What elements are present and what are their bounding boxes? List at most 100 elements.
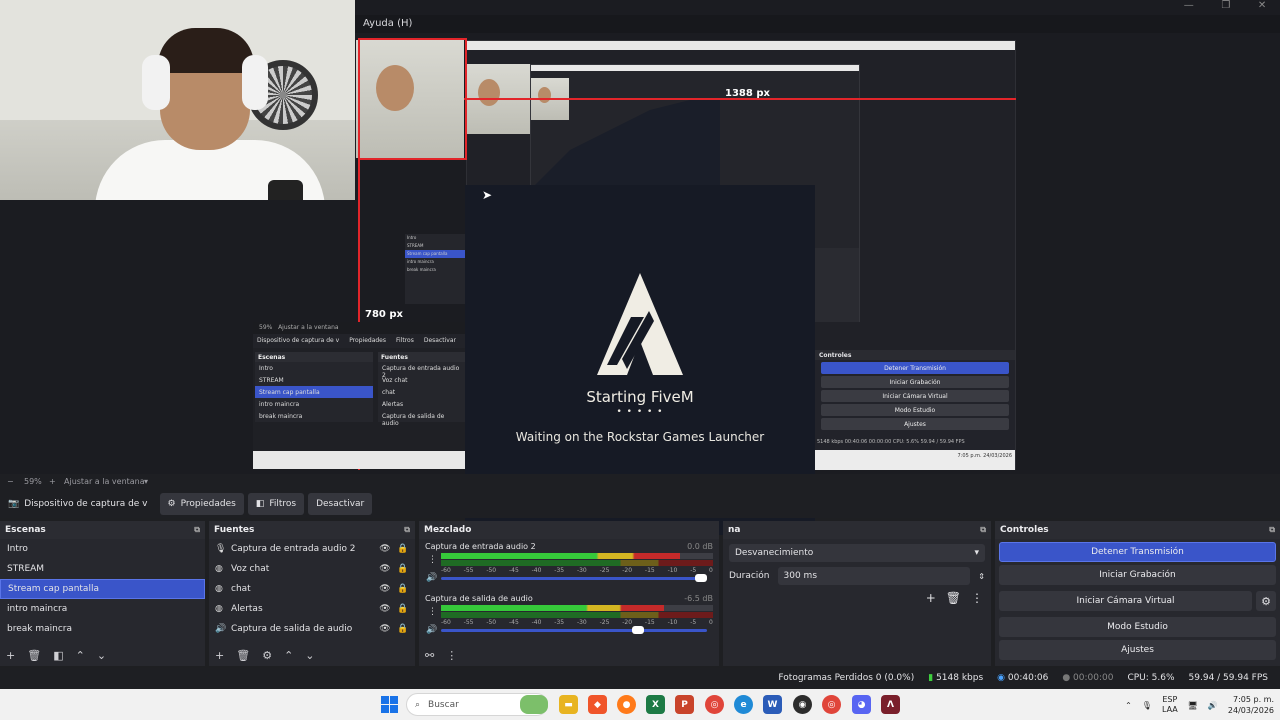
more-options-icon[interactable]: ⋮ bbox=[446, 649, 457, 662]
deactivate-button[interactable]: Desactivar bbox=[308, 493, 373, 515]
more-options-icon[interactable]: ⋮ bbox=[428, 555, 437, 565]
add-icon[interactable]: + bbox=[6, 649, 15, 662]
lock-icon[interactable]: 🔒 bbox=[397, 584, 409, 594]
zoom-in-button[interactable]: + bbox=[49, 477, 56, 486]
maximize-icon[interactable]: ❐ bbox=[1221, 0, 1230, 14]
chevron-up-icon[interactable]: ⌃ bbox=[284, 649, 293, 662]
volume-icon[interactable]: 🔊 bbox=[1208, 701, 1218, 710]
dock-float-icon[interactable]: ⧉ bbox=[404, 525, 410, 535]
more-options-icon[interactable]: ⋮ bbox=[428, 607, 437, 617]
network-icon[interactable]: 🖥 bbox=[1188, 701, 1198, 710]
add-icon[interactable]: + bbox=[215, 649, 224, 662]
speaker-icon[interactable]: 🔊 bbox=[426, 625, 437, 635]
firefox-icon[interactable]: ● bbox=[617, 695, 636, 714]
transition-select[interactable]: Desvanecimiento ▾ bbox=[729, 544, 985, 562]
duration-field[interactable]: 300 ms bbox=[777, 567, 971, 585]
more-options-icon[interactable]: ⋮ bbox=[971, 591, 983, 605]
add-icon[interactable]: + bbox=[926, 591, 936, 605]
preview-canvas[interactable]: Ayuda (H) — ❐ ✕ 1388 px 780 px Intro STR… bbox=[0, 0, 1280, 535]
filter-icon[interactable]: ◧ bbox=[53, 649, 63, 662]
fit-window-label[interactable]: Ajustar a la ventana bbox=[64, 477, 145, 486]
discord-icon[interactable]: ◕ bbox=[852, 695, 871, 714]
fivem-taskbar-icon[interactable]: Λ bbox=[881, 695, 900, 714]
volume-slider[interactable] bbox=[441, 626, 707, 634]
eye-icon[interactable]: 👁 bbox=[379, 604, 391, 614]
globe-icon: ◍ bbox=[215, 584, 223, 594]
scene-item[interactable]: STREAM bbox=[0, 559, 205, 579]
chevron-up-icon[interactable]: ⌃ bbox=[76, 649, 85, 662]
close-icon[interactable]: ✕ bbox=[1258, 0, 1266, 14]
powerpoint-icon[interactable]: P bbox=[675, 695, 694, 714]
system-tray: ⌃ 🎙 ESP LAA 🖥 🔊 7:05 p. m. 24/03/2026 bbox=[1125, 692, 1274, 718]
chrome-icon[interactable]: ◎ bbox=[705, 695, 724, 714]
trash-icon[interactable]: 🗑 bbox=[946, 591, 961, 605]
chevron-up-icon[interactable]: ⌃ bbox=[1125, 701, 1132, 710]
scene-item[interactable]: break maincra bbox=[0, 619, 205, 639]
eye-icon[interactable]: 👁 bbox=[379, 624, 391, 634]
spinner-icon[interactable]: ⇕ bbox=[978, 572, 985, 581]
trash-icon[interactable]: 🗑 bbox=[236, 649, 250, 662]
excel-icon[interactable]: X bbox=[646, 695, 665, 714]
volume-slider[interactable] bbox=[441, 574, 707, 582]
clock[interactable]: 7:05 p. m. 24/03/2026 bbox=[1228, 694, 1274, 716]
speaker-icon[interactable]: 🔊 bbox=[426, 573, 437, 583]
link-icon[interactable]: ⚯ bbox=[425, 649, 434, 662]
scene-item[interactable]: intro maincra bbox=[0, 599, 205, 619]
brave-icon[interactable]: ◆ bbox=[588, 695, 607, 714]
lock-icon[interactable]: 🔒 bbox=[397, 624, 409, 634]
studio-mode-button[interactable]: Modo Estudio bbox=[999, 617, 1276, 637]
mixer-channel: Captura de salida de audio -6.5 dB ⋮ -60… bbox=[419, 591, 719, 643]
source-item[interactable]: 🔊 Captura de salida de audio 👁 🔒 bbox=[209, 619, 415, 639]
scene-item[interactable]: Stream cap pantalla bbox=[0, 579, 205, 599]
gear-icon[interactable]: ⚙ bbox=[1256, 591, 1276, 611]
settings-button[interactable]: Ajustes bbox=[999, 640, 1276, 660]
source-item[interactable]: ◍ Alertas 👁 🔒 bbox=[209, 599, 415, 619]
widget-icon[interactable] bbox=[520, 695, 548, 714]
eye-icon[interactable]: 👁 bbox=[379, 564, 391, 574]
trash-icon[interactable]: 🗑 bbox=[27, 649, 41, 662]
lock-icon[interactable]: 🔒 bbox=[397, 604, 409, 614]
chrome-profile-icon[interactable]: ◎ bbox=[822, 695, 841, 714]
source-item[interactable]: 🎙 Captura de entrada audio 2 👁 🔒 bbox=[209, 539, 415, 559]
volume-knob[interactable] bbox=[631, 626, 644, 634]
zoom-dropdown-icon[interactable]: ▾ bbox=[144, 477, 148, 486]
lock-icon[interactable]: 🔒 bbox=[397, 564, 409, 574]
volume-meter bbox=[441, 553, 713, 559]
globe-icon: ◍ bbox=[215, 564, 223, 574]
folder-icon[interactable]: ▬ bbox=[559, 695, 578, 714]
controls-title: Controles bbox=[1000, 525, 1049, 535]
selection-box[interactable] bbox=[358, 38, 467, 160]
chevron-down-icon[interactable]: ⌄ bbox=[97, 649, 106, 662]
volume-knob[interactable] bbox=[695, 574, 707, 582]
scene-item[interactable]: Intro bbox=[0, 539, 205, 559]
edge-icon[interactable]: e bbox=[734, 695, 753, 714]
obs-icon[interactable]: ◉ bbox=[793, 695, 812, 714]
minimize-icon[interactable]: — bbox=[1184, 0, 1194, 14]
window-controls: — ❐ ✕ bbox=[1170, 0, 1280, 14]
filters-button[interactable]: ◧ Filtros bbox=[247, 493, 305, 515]
zoom-out-button[interactable]: − bbox=[7, 477, 14, 486]
stop-stream-button[interactable]: Detener Transmisión bbox=[999, 542, 1276, 562]
language-indicator[interactable]: ESP LAA bbox=[1162, 695, 1178, 715]
eye-icon[interactable]: 👁 bbox=[379, 584, 391, 594]
start-virtual-cam-button[interactable]: Iniciar Cámara Virtual bbox=[999, 591, 1252, 611]
transitions-header: na ⧉ bbox=[723, 521, 991, 539]
source-item[interactable]: ◍ Voz chat 👁 🔒 bbox=[209, 559, 415, 579]
height-px-label: 780 px bbox=[365, 309, 403, 320]
source-item[interactable]: ◍ chat 👁 🔒 bbox=[209, 579, 415, 599]
dock-float-icon[interactable]: ⧉ bbox=[194, 525, 200, 535]
properties-button[interactable]: ⚙ Propiedades bbox=[159, 493, 244, 515]
start-recording-button[interactable]: Iniciar Grabación bbox=[999, 565, 1276, 585]
menu-help[interactable]: Ayuda (H) bbox=[363, 18, 412, 29]
word-icon[interactable]: W bbox=[763, 695, 782, 714]
windows-start-icon[interactable] bbox=[381, 696, 398, 713]
gear-icon[interactable]: ⚙ bbox=[262, 649, 272, 662]
dock-float-icon[interactable]: ⧉ bbox=[980, 525, 986, 535]
lock-icon[interactable]: 🔒 bbox=[397, 544, 409, 554]
dock-float-icon[interactable]: ⧉ bbox=[1269, 525, 1275, 535]
channel-db: 0.0 dB bbox=[687, 542, 713, 551]
microphone-icon[interactable]: 🎙 bbox=[1142, 701, 1152, 710]
chevron-down-icon[interactable]: ⌄ bbox=[305, 649, 314, 662]
eye-icon[interactable]: 👁 bbox=[379, 544, 391, 554]
transitions-title: na bbox=[728, 525, 741, 535]
